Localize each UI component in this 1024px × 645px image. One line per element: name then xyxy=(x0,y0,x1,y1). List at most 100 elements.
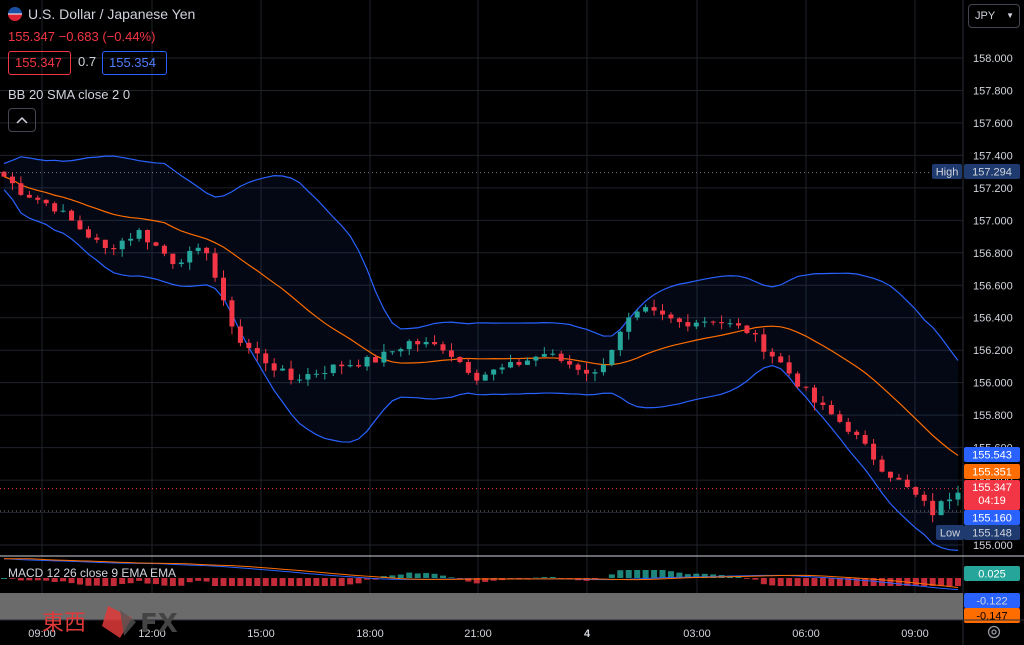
candle-body xyxy=(474,372,480,381)
candle-body xyxy=(305,374,311,380)
candle-body xyxy=(330,364,336,374)
candle-body xyxy=(811,387,817,403)
candle-body xyxy=(947,499,953,502)
candle-body xyxy=(761,334,767,352)
high-tag: High xyxy=(936,167,959,179)
candle-body xyxy=(828,405,834,415)
gear-icon[interactable] xyxy=(986,624,1002,640)
candle-body xyxy=(871,443,877,460)
macd-histogram-bar xyxy=(828,578,835,586)
candle-body xyxy=(60,210,66,212)
candle-body xyxy=(643,307,649,312)
high-price-tag: 157.294 xyxy=(972,167,1012,179)
candle-body xyxy=(676,318,682,323)
candle-body xyxy=(651,307,657,311)
candle-body xyxy=(465,362,471,373)
candle-body xyxy=(229,300,235,327)
bb-fill xyxy=(4,156,958,551)
candle-body xyxy=(727,323,733,325)
y-tick-label: 157.800 xyxy=(973,85,1013,97)
candle-body xyxy=(415,341,421,345)
candle-body xyxy=(423,341,429,345)
candle-body xyxy=(178,262,184,265)
y-tick-label: 155.800 xyxy=(973,410,1013,422)
candle-body xyxy=(862,435,868,444)
macd-histogram-bar xyxy=(262,578,269,586)
y-tick-label: 158.000 xyxy=(973,53,1013,65)
price-chart[interactable]: 155.000155.200155.400155.600155.800156.0… xyxy=(0,0,1024,645)
macd-histogram-bar xyxy=(887,578,894,586)
macd-histogram-bar xyxy=(330,578,337,586)
candle-body xyxy=(955,492,961,500)
candle-body xyxy=(128,238,134,241)
macd-indicator-label[interactable]: MACD 12 26 close 9 EMA EMA xyxy=(8,566,176,580)
candle-body xyxy=(457,356,463,363)
chevron-down-icon: ▼ xyxy=(1006,11,1014,20)
x-tick-label: 09:00 xyxy=(901,628,929,640)
collapse-indicators-button[interactable] xyxy=(8,108,36,132)
candle-body xyxy=(153,242,159,246)
candle-body xyxy=(921,494,927,501)
macd-histogram-bar xyxy=(338,578,345,586)
candle-body xyxy=(752,332,758,335)
macd-histogram-bar xyxy=(212,578,219,586)
macd-histogram-bar xyxy=(431,573,438,578)
candle-body xyxy=(592,372,598,374)
candle-body xyxy=(938,501,944,516)
buy-price-button[interactable]: 155.354 xyxy=(102,51,167,75)
candle-body xyxy=(820,402,826,406)
candle-body xyxy=(195,247,201,251)
candle-body xyxy=(339,364,345,367)
y-tick-label: 156.400 xyxy=(973,313,1013,325)
macd-histogram-bar xyxy=(659,570,666,578)
candle-body xyxy=(735,323,741,326)
macd-line-tag: -0.122 xyxy=(976,596,1007,608)
candle-body xyxy=(398,349,404,352)
candle-body xyxy=(845,421,851,432)
candle-body xyxy=(136,230,142,239)
candle-body xyxy=(69,210,75,221)
macd-histogram-bar xyxy=(1,578,7,579)
symbol-name: U.S. Dollar / Japanese Yen xyxy=(28,6,196,22)
candle-body xyxy=(94,237,100,240)
candle-body xyxy=(237,326,243,343)
y-tick-label: 156.800 xyxy=(973,248,1013,260)
candle-body xyxy=(600,364,606,373)
candle-body xyxy=(288,368,294,380)
macd-histogram-bar xyxy=(921,578,928,586)
candle-body xyxy=(381,351,387,363)
candle-body xyxy=(448,350,454,357)
macd-histogram-bar xyxy=(743,578,750,579)
macd-histogram-bar xyxy=(769,578,776,586)
candle-body xyxy=(296,379,302,381)
countdown-tag: 04:19 xyxy=(978,495,1006,507)
macd-histogram-bar xyxy=(803,578,810,586)
candle-body xyxy=(617,331,623,351)
candle-body xyxy=(524,360,530,365)
candle-body xyxy=(668,314,674,319)
indicator-label[interactable]: BB 20 SMA close 2 0 xyxy=(8,87,130,102)
candle-body xyxy=(508,361,514,368)
last-price-tag: 155.347 xyxy=(972,482,1012,494)
macd-histogram-bar xyxy=(938,578,945,586)
candle-body xyxy=(626,317,632,332)
candle-body xyxy=(356,365,362,367)
macd-histogram-bar xyxy=(321,578,328,586)
sell-price-button[interactable]: 155.347 xyxy=(8,51,71,75)
y-tick-label: 157.400 xyxy=(973,150,1013,162)
macd-histogram-bar xyxy=(296,578,303,586)
currency-select[interactable]: JPY ▼ xyxy=(968,4,1020,28)
candle-body xyxy=(77,220,83,230)
candle-body xyxy=(280,368,286,371)
macd-histogram-bar xyxy=(819,578,826,586)
candle-body xyxy=(432,341,438,345)
candle-body xyxy=(584,369,590,374)
macd-histogram-bar xyxy=(440,575,447,578)
price-change: 155.347 −0.683 (−0.44%) xyxy=(8,29,156,44)
macd-histogram-bar xyxy=(625,570,632,578)
candle-body xyxy=(482,374,488,381)
candle-body xyxy=(246,342,252,349)
macd-histogram-bar xyxy=(777,578,784,586)
candle-body xyxy=(634,311,640,318)
chevron-up-icon xyxy=(16,116,28,124)
